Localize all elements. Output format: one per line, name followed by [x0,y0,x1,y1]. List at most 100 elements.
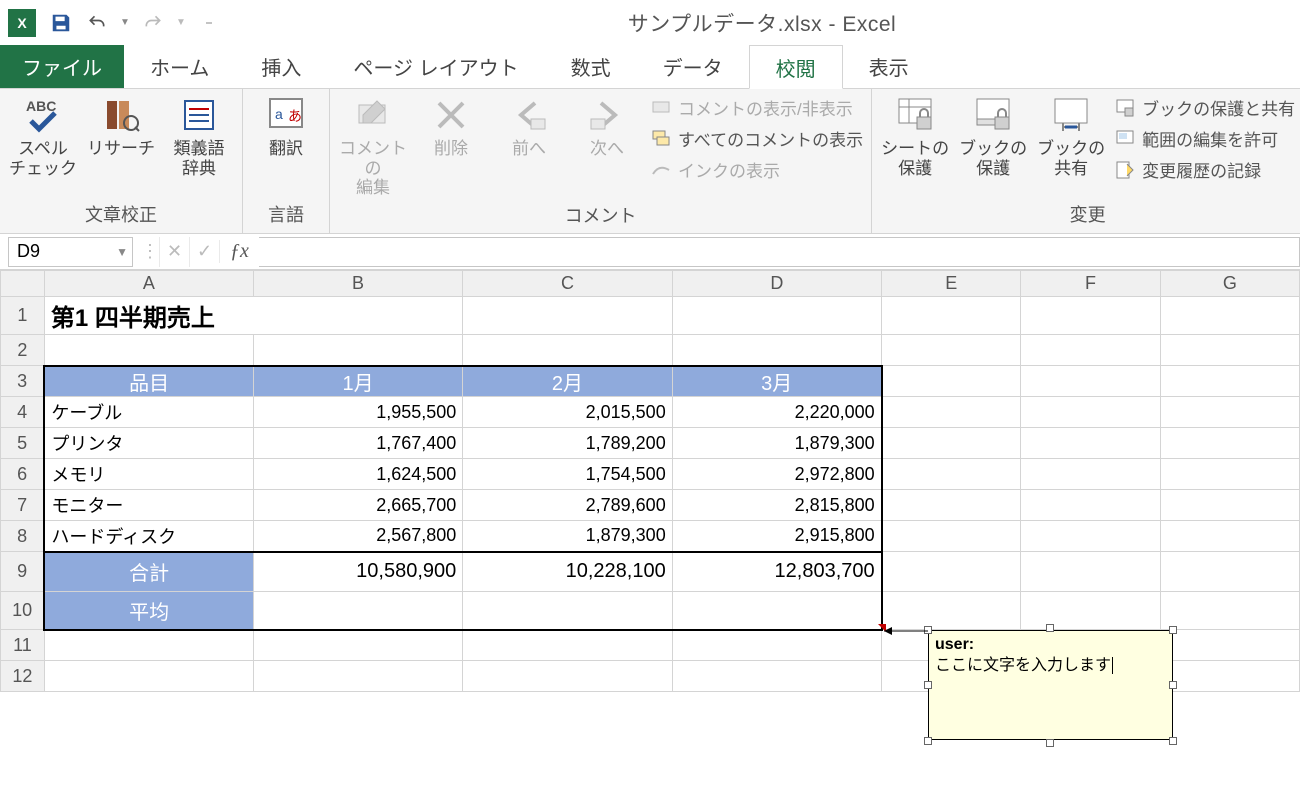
cell[interactable] [463,630,672,661]
enter-formula-icon[interactable]: ✓ [189,237,219,267]
row-header[interactable]: 9 [1,552,45,592]
tab-formulas[interactable]: 数式 [545,45,637,88]
row-header[interactable]: 4 [1,397,45,428]
cell[interactable] [672,335,881,366]
table-header[interactable]: 1月 [253,366,462,397]
allow-edit-ranges-button[interactable]: 範囲の編集を許可 [1114,126,1295,151]
tab-view[interactable]: 表示 [843,45,935,88]
col-header[interactable]: C [463,271,672,297]
worksheet-grid[interactable]: A B C D E F G 1 第1 四半期売上 2 3 品目 1月 2月 3月 [0,270,1300,692]
comment-box[interactable]: user: ここに文字を入力します [928,630,1173,740]
total-label-cell[interactable]: 合計 [44,552,253,592]
cell[interactable]: プリンタ [44,428,253,459]
cell[interactable] [882,366,1021,397]
share-workbook-button[interactable]: ブックの 共有 [1036,93,1106,178]
table-header[interactable]: 品目 [44,366,253,397]
resize-handle-icon[interactable] [924,681,932,689]
cell[interactable] [1021,592,1160,630]
cell[interactable]: 1,767,400 [253,428,462,459]
cell[interactable] [1021,552,1160,592]
row-header[interactable]: 1 [1,297,45,335]
cell[interactable] [1160,366,1299,397]
delete-comment-button[interactable]: 削除 [416,93,486,159]
col-header[interactable]: F [1021,271,1160,297]
cell[interactable]: 2,972,800 [672,459,881,490]
row-header[interactable]: 6 [1,459,45,490]
research-button[interactable]: リサーチ [86,93,156,159]
tab-review[interactable]: 校閲 [749,45,843,89]
cancel-formula-icon[interactable]: ✕ [159,237,189,267]
cell[interactable] [463,592,672,630]
cell[interactable] [882,397,1021,428]
col-header[interactable]: G [1160,271,1299,297]
cell[interactable] [1160,397,1299,428]
tab-file[interactable]: ファイル [0,45,124,88]
cell[interactable] [1021,297,1160,335]
row-header[interactable]: 5 [1,428,45,459]
prev-comment-button[interactable]: 前へ [494,93,564,159]
cell[interactable]: 2,015,500 [463,397,672,428]
cell[interactable]: 2,665,700 [253,490,462,521]
redo-dropdown-icon[interactable]: ▼ [174,9,188,37]
row-header[interactable]: 11 [1,630,45,661]
undo-icon[interactable] [82,9,112,37]
cell[interactable]: 1,955,500 [253,397,462,428]
cell[interactable] [1021,397,1160,428]
spellcheck-button[interactable]: ABC スペル チェック [8,93,78,178]
cell[interactable] [1160,490,1299,521]
cell[interactable] [1160,661,1299,692]
formula-input[interactable] [259,237,1300,267]
cell[interactable] [882,335,1021,366]
cell[interactable] [1160,521,1299,552]
cell[interactable] [1160,297,1299,335]
edit-comment-button[interactable]: コメントの 編集 [338,93,408,198]
cell[interactable] [1160,428,1299,459]
cell[interactable] [1160,335,1299,366]
cell[interactable] [253,335,462,366]
cell[interactable]: 1,624,500 [253,459,462,490]
cell[interactable]: 10,228,100 [463,552,672,592]
name-box-dropdown-icon[interactable]: ▼ [116,245,128,259]
row-header[interactable]: 2 [1,335,45,366]
cell[interactable] [44,630,253,661]
cell[interactable]: 2,220,000 [672,397,881,428]
cell[interactable]: 1,879,300 [672,428,881,459]
protect-workbook-button[interactable]: ブックの 保護 [958,93,1028,178]
col-header[interactable]: E [882,271,1021,297]
save-icon[interactable] [46,9,76,37]
protect-sheet-button[interactable]: シートの 保護 [880,93,950,178]
select-all-corner[interactable] [1,271,45,297]
qat-customize-icon[interactable]: ⎯ [194,9,224,37]
cell[interactable] [672,630,881,661]
cell[interactable] [253,592,462,630]
cell[interactable] [882,490,1021,521]
resize-handle-icon[interactable] [1046,624,1054,632]
average-label-cell[interactable]: 平均 [44,592,253,630]
cell[interactable] [1021,490,1160,521]
cell[interactable]: ハードディスク [44,521,253,552]
cell[interactable]: ケーブル [44,397,253,428]
cell[interactable] [463,297,672,335]
col-header[interactable]: D [672,271,881,297]
cell[interactable] [1160,630,1299,661]
cell[interactable]: 1,879,300 [463,521,672,552]
row-header[interactable]: 10 [1,592,45,630]
cell[interactable]: モニター [44,490,253,521]
cell[interactable] [672,661,881,692]
cell[interactable]: メモリ [44,459,253,490]
title-cell[interactable]: 第1 四半期売上 [44,297,462,335]
translate-button[interactable]: aあ 翻訳 [251,93,321,159]
cell[interactable] [1021,366,1160,397]
tab-home[interactable]: ホーム [124,45,235,88]
cell[interactable] [44,335,253,366]
resize-handle-icon[interactable] [1169,681,1177,689]
toggle-comment-button[interactable]: コメントの表示/非表示 [650,95,863,120]
show-ink-button[interactable]: インクの表示 [650,157,863,182]
cell[interactable]: 1,789,200 [463,428,672,459]
show-all-comments-button[interactable]: すべてのコメントの表示 [650,126,863,151]
cell[interactable] [463,661,672,692]
cell[interactable] [672,592,881,630]
cell[interactable] [882,521,1021,552]
undo-dropdown-icon[interactable]: ▼ [118,9,132,37]
cell[interactable]: 2,789,600 [463,490,672,521]
